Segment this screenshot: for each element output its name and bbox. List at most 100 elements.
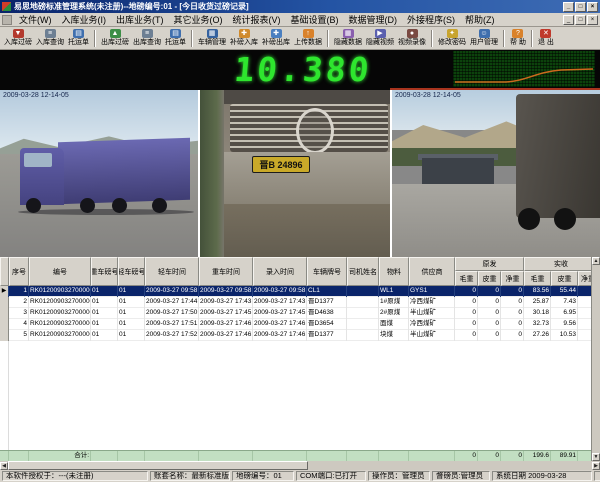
cell: 0 <box>478 286 501 297</box>
close-button[interactable]: × <box>587 15 598 25</box>
cell: 2009-03-27 17:43:00 <box>253 297 307 308</box>
cell: 面煤 <box>379 319 409 330</box>
makeup-inbound-button[interactable]: ✚补磅入库 <box>228 28 260 49</box>
cell: 4 <box>9 319 29 330</box>
inbound-waybill-button[interactable]: ▤托运单 <box>66 28 91 49</box>
cell: RK0120090327000002 <box>29 297 91 308</box>
outbound-query-button-label: 出库查询 <box>133 38 161 47</box>
truck-out-icon: ▲ <box>110 29 121 38</box>
cell: RK0120090327000005 <box>29 330 91 341</box>
hide-video-button[interactable]: ▶隐藏视频 <box>364 28 396 49</box>
row-marker <box>0 297 9 308</box>
cell: 01 <box>91 308 118 319</box>
toolbar-separator <box>191 30 193 47</box>
cell: 83.56 <box>524 286 551 297</box>
close-button[interactable]: × <box>587 2 598 12</box>
note-add-icon: ✚ <box>239 29 250 38</box>
video-record-button[interactable]: ●视频录像 <box>396 28 428 49</box>
cell: 块煤 <box>379 330 409 341</box>
weight-readout: 10.380 <box>184 50 421 90</box>
scroll-right-icon[interactable]: ▶ <box>592 462 600 470</box>
total-marker <box>0 451 9 461</box>
cell: 01 <box>118 330 145 341</box>
cell: 0 <box>455 330 478 341</box>
inbound-query-button[interactable]: ≡入库查询 <box>34 28 66 49</box>
cell: 30.18 <box>524 308 551 319</box>
column-header: 编号 <box>29 257 91 286</box>
outbound-query-button[interactable]: ≡出库查询 <box>131 28 163 49</box>
menu-item[interactable]: 帮助(Z) <box>460 13 500 26</box>
weigh-in-button[interactable]: ▼入库过磅 <box>2 28 34 49</box>
outbound-waybill-button-label: 托运单 <box>165 38 186 47</box>
cell: 2009-03-27 17:46:00 <box>199 319 253 330</box>
hide-data-button-label: 隐藏数据 <box>334 38 362 47</box>
scrollbar-thumb[interactable] <box>8 461 308 470</box>
cell: GYS1 <box>409 286 455 297</box>
menu-item[interactable]: 其它业务(O) <box>169 13 228 26</box>
table-row[interactable]: 5RK012009032700000501012009-03-27 17:52:… <box>0 330 600 341</box>
column-header: 重车磅号 <box>91 257 118 286</box>
scroll-left-icon[interactable]: ◀ <box>0 462 8 470</box>
upload-data-button[interactable]: ↑上传数据 <box>292 28 324 49</box>
cell: 2009-03-27 17:43:00 <box>199 297 253 308</box>
led-matrix-display <box>453 51 595 87</box>
cell: 0 <box>501 319 524 330</box>
exit-button[interactable]: ✕退 出 <box>536 28 556 49</box>
column-header: 轻车时间 <box>145 257 199 286</box>
hide-data-button[interactable]: ▦隐藏数据 <box>332 28 364 49</box>
vertical-scrollbar[interactable]: ▲ ▼ <box>591 257 600 461</box>
cell: 27.26 <box>524 330 551 341</box>
makeup-outbound-button[interactable]: ✚补磅出库 <box>260 28 292 49</box>
toolbar-separator <box>327 30 329 47</box>
total-cell <box>9 451 29 461</box>
cell: 2#原煤 <box>379 308 409 319</box>
table-row[interactable]: 4RK012009032700000401012009-03-27 17:51:… <box>0 319 600 330</box>
menu-item[interactable]: 文件(W) <box>14 13 57 26</box>
truck-in-icon: ▼ <box>13 29 24 38</box>
group-header: 实收 <box>524 257 598 271</box>
document-icon: ▤ <box>73 29 84 38</box>
mdi-child-icon <box>2 15 12 25</box>
cell <box>347 319 379 330</box>
menu-item[interactable]: 入库业务(I) <box>57 13 112 26</box>
change-password-button[interactable]: ✦修改密码 <box>436 28 468 49</box>
menu-item[interactable]: 数据管理(D) <box>344 13 403 26</box>
cell: 0 <box>501 286 524 297</box>
cell: 半山煤矿 <box>409 308 455 319</box>
vehicle-icon: ▦ <box>207 29 218 38</box>
maximize-button[interactable]: □ <box>575 2 586 12</box>
cell: 0 <box>455 308 478 319</box>
cell: 2009-03-27 17:44:00 <box>145 297 199 308</box>
sub-column-header: 毛重 <box>524 271 551 286</box>
cell: 01 <box>118 286 145 297</box>
cell: 2009-03-27 17:50:00 <box>145 308 199 319</box>
truck-wheel <box>80 198 95 213</box>
maximize-button[interactable]: □ <box>575 15 586 25</box>
table-row[interactable]: 2RK012009032700000201012009-03-27 17:44:… <box>0 297 600 308</box>
horizontal-scrollbar[interactable]: ◀ ▶ <box>0 461 600 470</box>
help-icon: ? <box>512 29 523 38</box>
cell: 2009-03-27 17:45:00 <box>199 308 253 319</box>
cell: 0 <box>501 330 524 341</box>
weigh-out-button[interactable]: ▲出库过磅 <box>99 28 131 49</box>
table-row[interactable]: ▶1RK012009032700000101012009-03-27 09:58… <box>0 286 600 297</box>
menu-item[interactable]: 出库业务(T) <box>111 13 169 26</box>
help-button[interactable]: ?帮 助 <box>508 28 528 49</box>
table-row[interactable]: 3RK012009032700000301012009-03-27 17:50:… <box>0 308 600 319</box>
minimize-button[interactable]: _ <box>563 2 574 12</box>
truck-wheel <box>152 198 167 213</box>
outbound-waybill-button[interactable]: ▤托运单 <box>163 28 188 49</box>
menu-item[interactable]: 基础设置(B) <box>286 13 344 26</box>
menu-item[interactable]: 统计报表(V) <box>228 13 286 26</box>
vehicle-manage-button[interactable]: ▦车辆管理 <box>196 28 228 49</box>
title-bar: 易思地磅标准管理系统(未注册)--地磅编号:01 - [今日收货过磅记录] _□… <box>0 0 600 13</box>
user-manage-button[interactable]: ☺用户管理 <box>468 28 500 49</box>
menu-items: 文件(W)入库业务(I)出库业务(T)其它业务(O)统计报表(V)基础设置(B)… <box>14 13 563 26</box>
column-header: 司机姓名 <box>347 257 379 286</box>
license-plate: 晋B 24896 <box>252 156 310 173</box>
users-icon: ☺ <box>479 29 490 38</box>
menu-item[interactable]: 外接程序(S) <box>402 13 460 26</box>
scroll-up-icon[interactable]: ▲ <box>592 257 600 265</box>
minimize-button[interactable]: _ <box>563 15 574 25</box>
scroll-down-icon[interactable]: ▼ <box>592 453 600 461</box>
